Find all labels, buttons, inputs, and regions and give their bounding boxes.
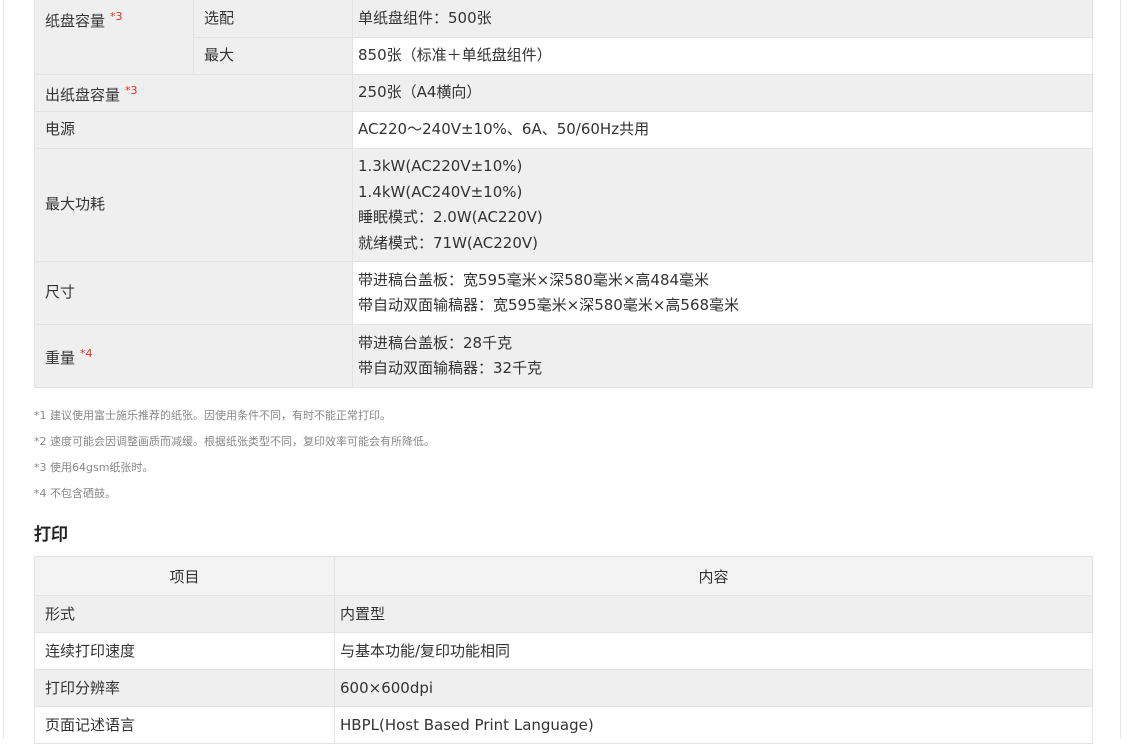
footnote-mark: *4: [80, 346, 93, 360]
row-value: 内置型: [334, 595, 1093, 633]
section-title: 打印: [34, 525, 68, 545]
spec-label: 最大功耗: [34, 148, 353, 262]
spec-value-line: 睡眠模式：2.0W(AC220V): [358, 208, 543, 226]
spec-table: 纸盘容量 *3 选配 单纸盘组件：500张 最大 850张（标准＋单纸盘组件） 出…: [34, 0, 1093, 388]
footnote: *3 使用64gsm纸张时。: [34, 461, 154, 474]
row-label: 打印分辨率: [34, 669, 335, 707]
spec-sublabel: 最大: [193, 36, 353, 75]
spec-row-paper-tray-option: 纸盘容量 *3 选配 单纸盘组件：500张: [34, 0, 1093, 75]
page-frame-left: [3, 0, 4, 739]
spec-value-line: 带进稿台盖板：28千克: [358, 333, 513, 352]
spec-label: 出纸盘容量 *3: [34, 74, 353, 112]
spec-sublabel: 选配: [193, 0, 353, 38]
spec-value-line: 带自动双面输稿器：宽595毫米×深580毫米×高568毫米: [358, 296, 740, 314]
row-value: 600×600dpi: [334, 669, 1093, 707]
spec-row-weight: 重量 *4 带进稿台盖板：28千克 带自动双面输稿器：32千克: [34, 324, 1093, 388]
spec-value-line: 带自动双面输稿器：32千克: [358, 359, 543, 377]
spec-row-dimensions: 尺寸 带进稿台盖板：宽595毫米×深580毫米×高484毫米 带自动双面输稿器：…: [34, 261, 1093, 325]
row-value: HBPL(Host Based Print Language): [334, 706, 1093, 744]
row-label: 形式: [34, 595, 335, 633]
row-label: 连续打印速度: [34, 632, 335, 670]
spec-value: 850张（标准＋单纸盘组件）: [352, 36, 1093, 75]
spec-value: 250张（A4横向）: [352, 74, 1093, 112]
spec-row-max-power: 最大功耗 1.3kW(AC220V±10%) 1.4kW(AC240V±10%)…: [34, 148, 1093, 262]
spec-label: 电源: [34, 111, 353, 149]
spec-label: 重量 *4: [34, 324, 353, 388]
table-row: 形式 内置型: [34, 595, 1093, 633]
footnote: *4 不包含硒鼓。: [34, 487, 116, 500]
footnote-mark: *3: [125, 83, 138, 97]
table-row: 页面记述语言 HBPL(Host Based Print Language): [34, 706, 1093, 744]
row-value: 与基本功能/复印功能相同: [334, 632, 1093, 670]
spec-value-line: 1.4kW(AC240V±10%): [358, 182, 523, 201]
spec-row-power: 电源 AC220～240V±10%、6A、50/60Hz共用: [34, 111, 1093, 149]
footnote-mark: *3: [110, 10, 123, 23]
row-label: 页面记述语言: [34, 706, 335, 744]
column-header: 内容: [334, 556, 1093, 596]
table-row: 打印分辨率 600×600dpi: [34, 669, 1093, 707]
spec-value-line: 1.3kW(AC220V±10%): [358, 157, 523, 175]
footnote: *2 速度可能会因调整画质而减缓。根据纸张类型不同，复印效率可能会有所降低。: [34, 435, 435, 448]
spec-value: AC220～240V±10%、6A、50/60Hz共用: [352, 111, 1093, 149]
spec-row-output-tray: 出纸盘容量 *3 250张（A4横向）: [34, 74, 1093, 112]
spec-value: 带进稿台盖板：28千克 带自动双面输稿器：32千克: [352, 324, 1093, 388]
column-header: 项目: [34, 556, 335, 596]
print-spec-table: 项目 内容 形式 内置型 连续打印速度 与基本功能/复印功能相同 打印分辨率 6…: [34, 556, 1093, 744]
spec-value-line: 就绪模式：71W(AC220V): [358, 233, 538, 252]
footnotes: *1 建议使用富士施乐推荐的纸张。因使用条件不同，有时不能正常打印。 *2 速度…: [34, 406, 435, 510]
spec-label: 纸盘容量 *3: [34, 0, 194, 75]
table-header-row: 项目 内容: [34, 556, 1093, 596]
spec-row-paper-tray-max: 最大 850张（标准＋单纸盘组件）: [35, 36, 1093, 75]
spec-value-line: 带进稿台盖板：宽595毫米×深580毫米×高484毫米: [358, 270, 710, 289]
page-frame-right: [1120, 0, 1121, 739]
table-row: 连续打印速度 与基本功能/复印功能相同: [34, 632, 1093, 670]
spec-label: 尺寸: [34, 261, 353, 325]
spec-value: 单纸盘组件：500张: [352, 0, 1093, 38]
spec-value: 1.3kW(AC220V±10%) 1.4kW(AC240V±10%) 睡眠模式…: [352, 148, 1093, 262]
footnote: *1 建议使用富士施乐推荐的纸张。因使用条件不同，有时不能正常打印。: [34, 409, 391, 422]
spec-value: 带进稿台盖板：宽595毫米×深580毫米×高484毫米 带自动双面输稿器：宽59…: [352, 261, 1093, 325]
